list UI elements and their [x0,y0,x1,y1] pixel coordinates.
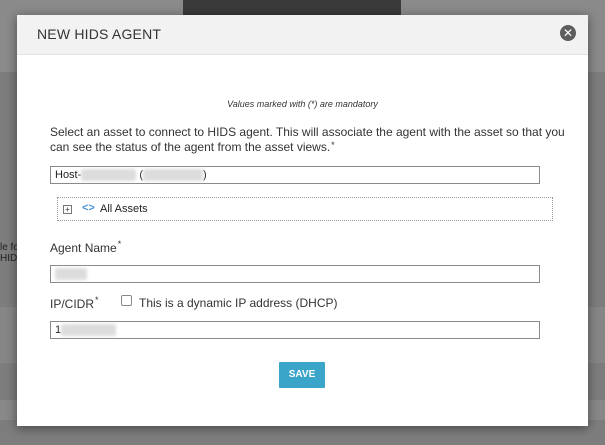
mandatory-note: Values marked with (*) are mandatory [227,99,378,109]
ip-cidr-label-text: IP/CIDR [50,297,95,311]
required-marker: * [331,140,335,150]
save-button[interactable]: SAVE [279,362,325,388]
agent-name-label: Agent Name* [50,239,122,255]
required-marker: * [117,239,122,249]
dhcp-label: This is a dynamic IP address (DHCP) [139,296,338,310]
agent-name-input[interactable] [50,265,540,283]
dialog-title: NEW HIDS AGENT [37,26,162,42]
tree-expand-icon[interactable]: + [63,205,72,214]
asset-tree: + <> All Assets [57,197,553,221]
ip-cidr-label: IP/CIDR* [50,295,99,311]
close-icon[interactable]: ✕ [560,25,576,41]
background-active-tab [183,0,401,15]
tree-item-all-assets[interactable]: All Assets [100,203,148,215]
agent-name-label-text: Agent Name [50,241,117,255]
asset-field[interactable]: Host- () [50,166,540,184]
dhcp-checkbox[interactable] [121,295,132,306]
new-hids-agent-dialog: NEW HIDS AGENT ✕ Values marked with (*) … [17,15,588,426]
required-marker: * [95,295,99,305]
redacted-text [81,169,137,182]
code-brackets-icon: <> [82,202,95,214]
redacted-text [143,169,204,182]
intro-text-body: Select an asset to connect to HIDS agent… [50,125,565,154]
redacted-text [55,268,87,281]
asset-field-middle: ( [136,169,144,181]
asset-field-prefix: Host- [55,169,82,181]
background-text-fragment: HID [0,253,18,264]
asset-field-suffix: ) [203,169,207,181]
ip-cidr-input[interactable]: 1 [50,321,540,339]
intro-text: Select an asset to connect to HIDS agent… [50,125,570,155]
dialog-header: NEW HIDS AGENT ✕ [17,15,588,55]
redacted-text [61,324,117,337]
